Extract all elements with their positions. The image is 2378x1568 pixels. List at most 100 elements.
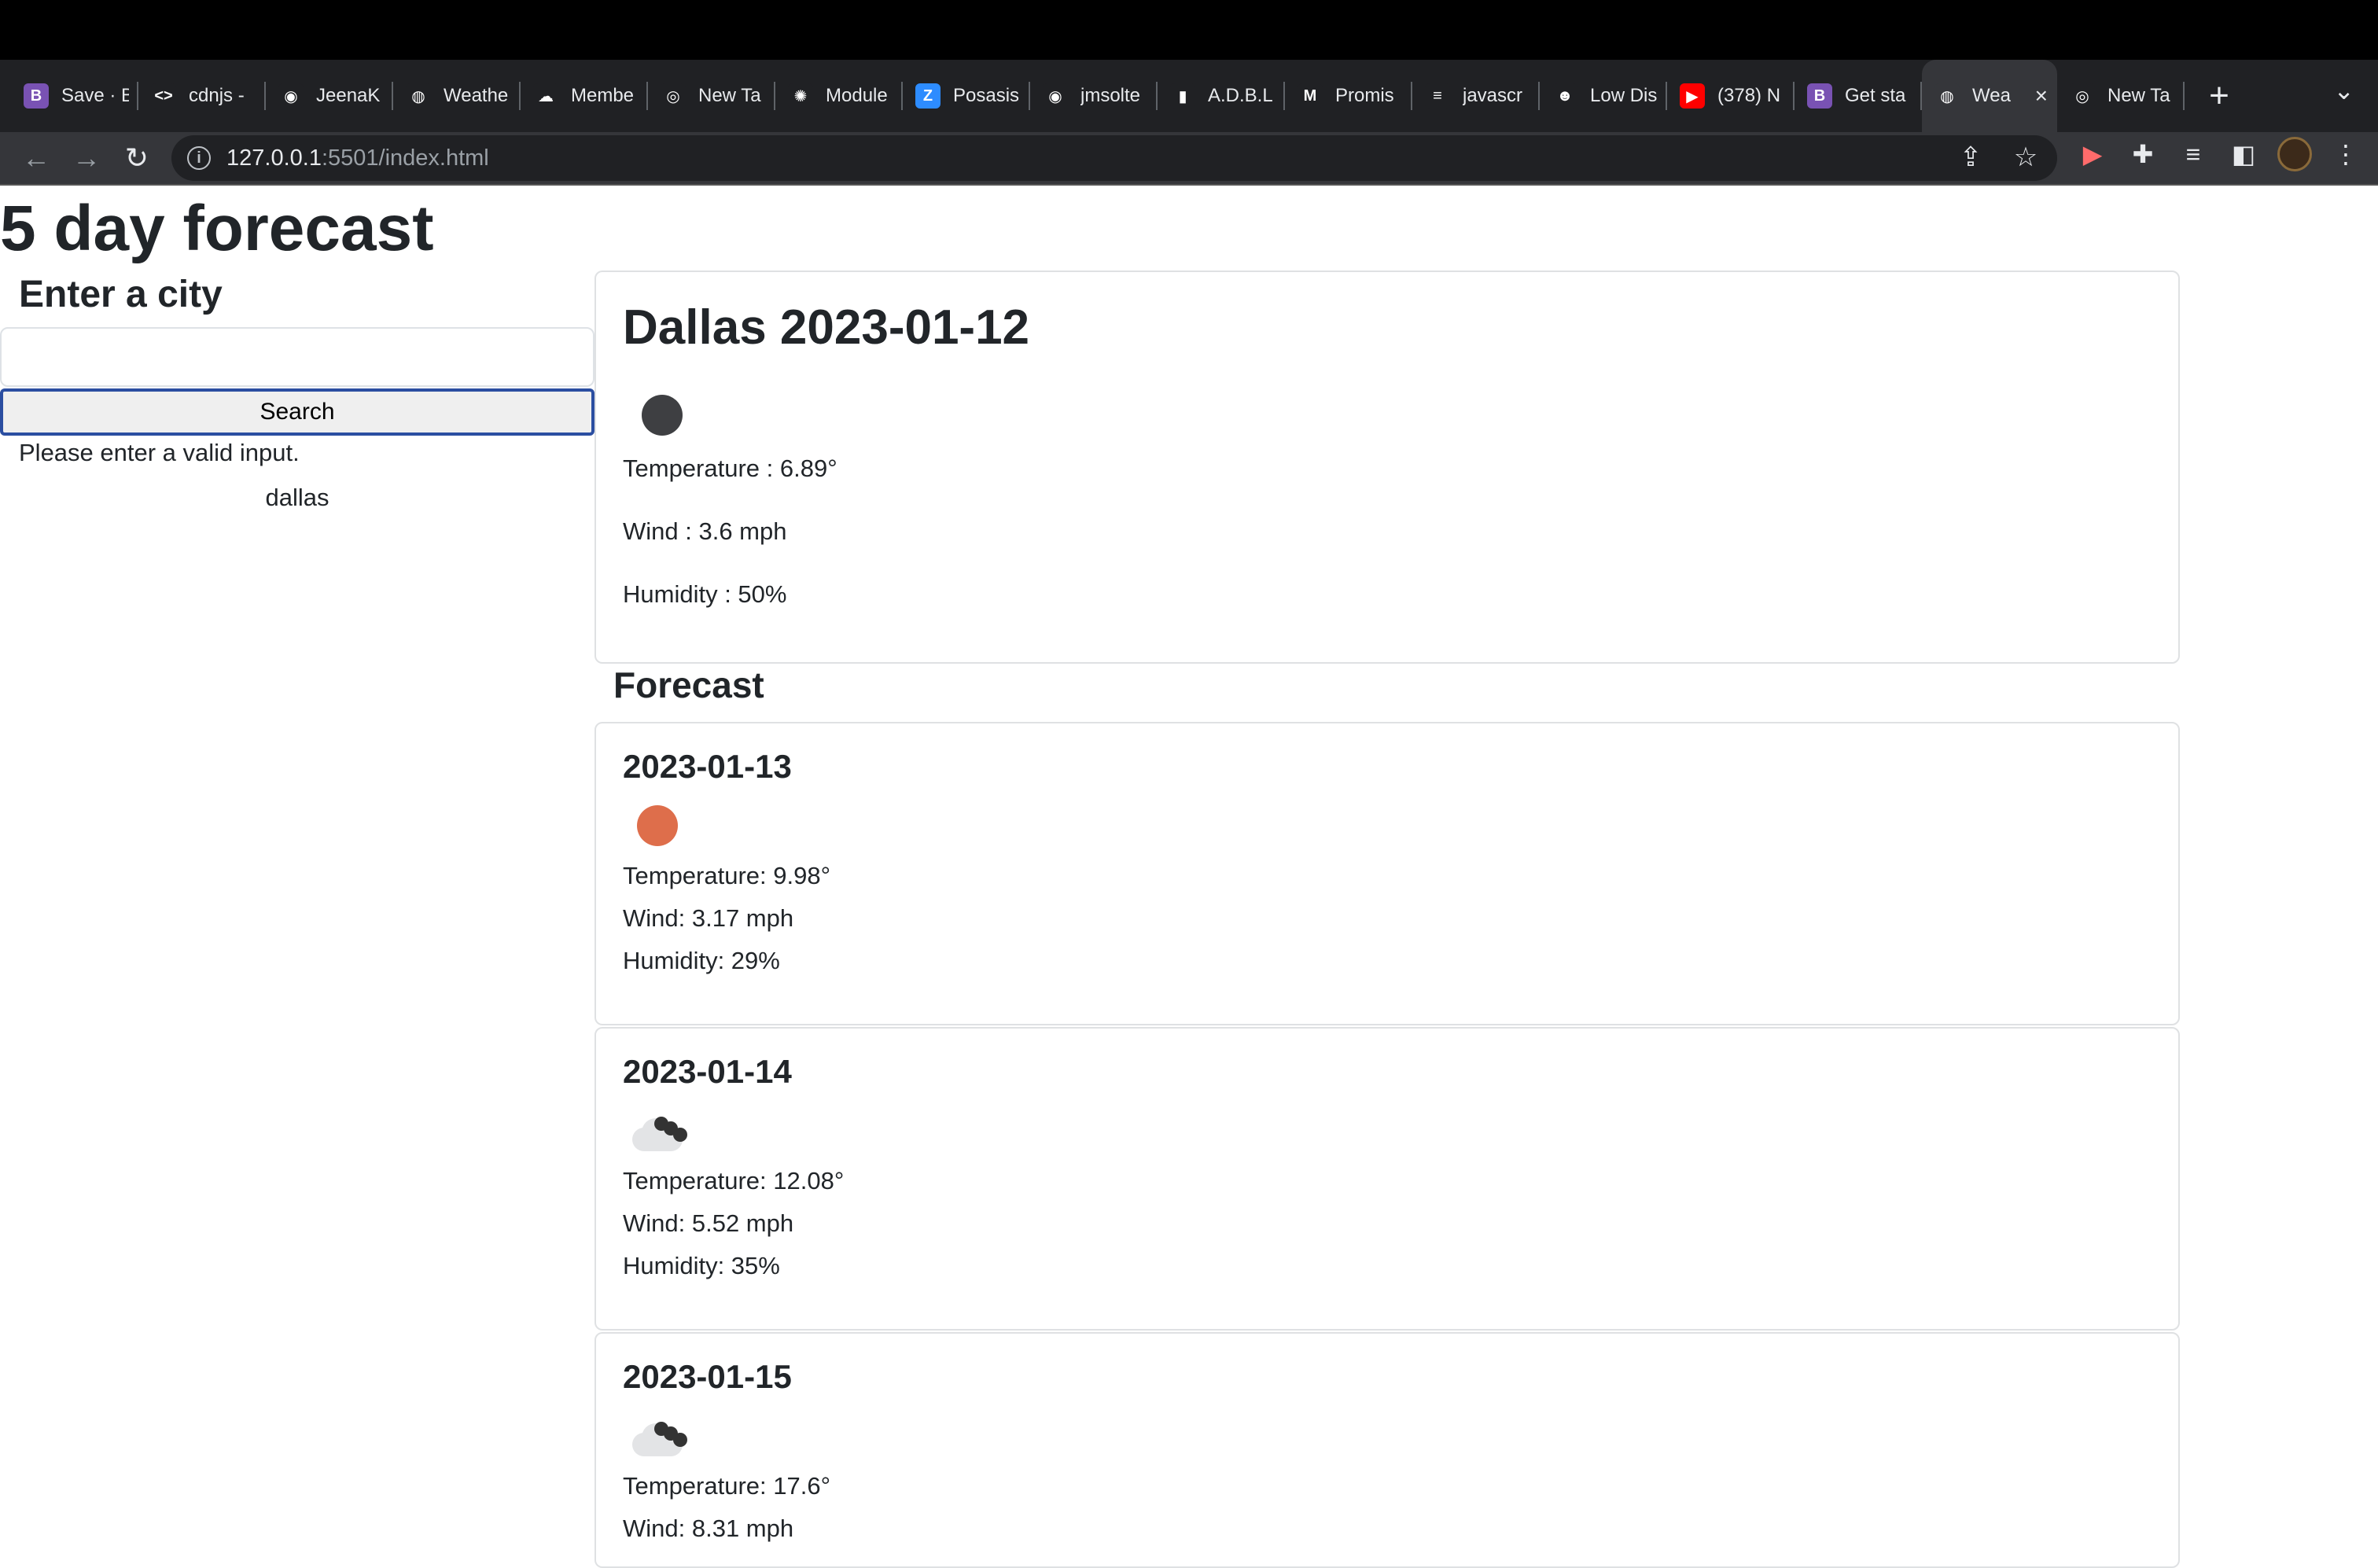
browser-tab[interactable]: Z Posasis <box>903 60 1030 132</box>
browser-tab[interactable]: M Promis <box>1285 60 1412 132</box>
city-search-input[interactable] <box>0 327 594 387</box>
tab-title: jmsolte <box>1080 85 1141 106</box>
cloud-icon: ☁ <box>533 83 558 109</box>
tab-title: Posasis <box>953 85 1020 106</box>
tab-title: Promis <box>1335 85 1394 106</box>
tab-title: Membe <box>571 85 635 106</box>
github-icon: ◉ <box>1043 83 1068 109</box>
site-info-icon[interactable]: i <box>187 146 211 170</box>
address-bar[interactable]: i 127.0.0.1:5501/index.html ⇪ ☆ <box>171 135 2057 181</box>
side-panel-icon[interactable]: ◧ <box>2227 138 2260 171</box>
dark-dot-icon <box>642 395 683 436</box>
history-item-dallas[interactable]: dallas <box>0 478 594 517</box>
browser-tab[interactable]: <> cdnjs - <box>138 60 266 132</box>
bootstrap-icon: B <box>24 83 49 109</box>
forecast-humidity: Humidity: 29% <box>623 947 780 974</box>
browser-tab[interactable]: B Get sta <box>1795 60 1922 132</box>
browser-tab[interactable]: ✺ Module <box>775 60 903 132</box>
tab-title: cdnjs - <box>189 85 245 106</box>
cloud-icon <box>631 1110 694 1154</box>
browser-toolbar: ← → ↻ i 127.0.0.1:5501/index.html ⇪ ☆ ▶ … <box>0 132 2378 184</box>
medium-icon: M <box>1298 83 1323 109</box>
browser-tab[interactable]: ◉ JeenaK <box>266 60 393 132</box>
tab-title: Save · B <box>61 85 129 106</box>
close-tab-icon[interactable]: × <box>2035 83 2048 109</box>
browser-tab[interactable]: ▮ A.D.B.L <box>1158 60 1285 132</box>
tab-title: Wea <box>1972 85 2011 106</box>
browser-tab[interactable]: ◎ New Ta <box>2057 60 2185 132</box>
tab-strip: B Save · B <> cdnjs - ◉ JeenaK ◍ Weathe ☁ Membe ◎… <box>0 60 2378 132</box>
forecast-date: 2023-01-14 <box>623 1053 792 1090</box>
forecast-card: 2023-01-13 Temperature: 9.98° Wind: 3.17… <box>594 722 2180 1025</box>
browser-tab[interactable]: ◍ Wea × <box>1922 60 2057 132</box>
current-temperature: Temperature : 6.89° <box>623 455 837 482</box>
forecast-wind: Wind: 8.31 mph <box>623 1515 794 1542</box>
cloud-icon <box>631 1415 694 1459</box>
browser-tab[interactable]: ◉ jmsolte <box>1030 60 1158 132</box>
forecast-card: 2023-01-15 Temperature: 17.6° Wind: 8.31… <box>594 1332 2180 1568</box>
forecast-humidity: Humidity: 35% <box>623 1252 780 1279</box>
forward-icon[interactable]: → <box>61 133 112 183</box>
chrome-icon: ◎ <box>661 83 686 109</box>
forecast-date: 2023-01-13 <box>623 748 792 785</box>
github-icon: ◉ <box>278 83 304 109</box>
browser-tab[interactable]: ☁ Membe <box>521 60 648 132</box>
tab-title: Get sta <box>1845 85 1906 106</box>
tab-title: New Ta <box>2107 85 2170 106</box>
tab-title: JeenaK <box>316 85 381 106</box>
tab-title: Low Dis <box>1590 85 1658 106</box>
profile-avatar[interactable] <box>2277 137 2312 171</box>
share-icon[interactable]: ⇪ <box>1955 142 1986 173</box>
globe-icon: ◍ <box>1934 83 1960 109</box>
current-wind: Wind : 3.6 mph <box>623 517 787 545</box>
tabs-container: B Save · B <> cdnjs - ◉ JeenaK ◍ Weathe ☁ Membe ◎… <box>11 60 2185 132</box>
tab-title: New Ta <box>698 85 761 106</box>
adbl-icon: ▮ <box>1170 83 1195 109</box>
browser-tab[interactable]: ◍ Weathe <box>393 60 521 132</box>
current-weather-card: Dallas 2023-01-12 Temperature : 6.89° Wi… <box>594 271 2180 664</box>
current-city-date: Dallas 2023-01-12 <box>623 300 1030 355</box>
canvas-icon: ✺ <box>788 83 813 109</box>
url-host: 127.0.0.1 <box>226 145 322 171</box>
orange-dot-icon <box>637 805 678 846</box>
globe-icon: ◍ <box>406 83 431 109</box>
forecast-temperature: Temperature: 12.08° <box>623 1167 845 1194</box>
forecast-heading: Forecast <box>613 664 764 705</box>
tab-title: Weathe <box>444 85 509 106</box>
forecast-wind: Wind: 3.17 mph <box>623 904 794 932</box>
menu-kebab-icon[interactable]: ⋮ <box>2329 138 2362 171</box>
browser-tab[interactable]: ▶ (378) N <box>1667 60 1795 132</box>
forecast-temperature: Temperature: 17.6° <box>623 1472 830 1500</box>
alien-icon: ☻ <box>1552 83 1577 109</box>
error-message: Please enter a valid input. <box>19 439 300 466</box>
bookmark-star-icon[interactable]: ☆ <box>2010 142 2041 173</box>
enter-city-heading: Enter a city <box>19 274 223 315</box>
extensions-puzzle-icon[interactable]: ✚ <box>2126 138 2159 171</box>
extension-record-icon[interactable]: ▶ <box>2076 138 2109 171</box>
tab-title: A.D.B.L <box>1208 85 1273 106</box>
code-icon: <> <box>151 83 176 109</box>
tab-search-icon[interactable]: ⌄ <box>2333 75 2354 105</box>
media-controls-icon[interactable]: ≡ <box>2177 138 2210 171</box>
forecast-wind: Wind: 5.52 mph <box>623 1209 794 1237</box>
browser-tab[interactable]: ◎ New Ta <box>648 60 775 132</box>
search-button[interactable]: Search <box>0 388 594 436</box>
window-titlebar <box>0 0 2378 60</box>
browser-tab[interactable]: B Save · B <box>11 60 138 132</box>
page-title: 5 day forecast <box>0 193 434 264</box>
reload-icon[interactable]: ↻ <box>112 133 162 183</box>
url-path: :5501/index.html <box>321 145 489 171</box>
zoom-icon: Z <box>915 83 941 109</box>
browser-tab[interactable]: ≡ javascr <box>1412 60 1540 132</box>
tab-title: javascr <box>1463 85 1523 106</box>
browser-tab[interactable]: ☻ Low Dis <box>1540 60 1667 132</box>
forecast-temperature: Temperature: 9.98° <box>623 862 830 889</box>
chrome-icon: ◎ <box>2070 83 2095 109</box>
forecast-date: 2023-01-15 <box>623 1358 792 1395</box>
tab-title: Module <box>826 85 888 106</box>
current-humidity: Humidity : 50% <box>623 580 787 608</box>
stackoverflow-icon: ≡ <box>1425 83 1450 109</box>
back-icon[interactable]: ← <box>11 133 61 183</box>
new-tab-button[interactable]: + <box>2194 71 2244 121</box>
forecast-card: 2023-01-14 Temperature: 12.08° Wind: 5.5… <box>594 1027 2180 1331</box>
